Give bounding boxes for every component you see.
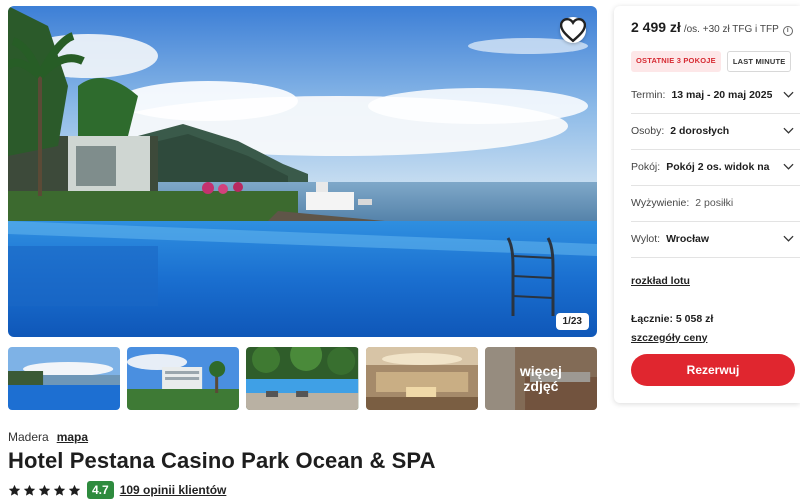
- thumbnail-hotel-building-image: [127, 347, 240, 410]
- last-minute-badge: LAST MINUTE: [726, 50, 792, 72]
- badges-row: OSTATNIE 3 POKOJE LAST MINUTE: [631, 50, 800, 72]
- flight-schedule-link[interactable]: rozkład lotu: [631, 275, 800, 287]
- star-icon: [8, 484, 21, 496]
- thumbnail-1[interactable]: [8, 347, 121, 410]
- price-details-link[interactable]: szczegóły ceny: [631, 332, 707, 344]
- price-suffix: /os. +30 zł TFG i TFP: [683, 24, 779, 35]
- chevron-down-icon: [783, 163, 794, 170]
- booking-fields: Termin: 13 maj - 20 maj 2025 Osoby: 2 do…: [631, 78, 800, 258]
- reviews-link[interactable]: 109 opinii klientów: [120, 483, 227, 497]
- thumbnail-4[interactable]: [365, 347, 478, 410]
- map-link[interactable]: mapa: [57, 430, 88, 444]
- term-field[interactable]: Termin: 13 maj - 20 maj 2025: [631, 78, 800, 114]
- info-icon[interactable]: i: [782, 25, 793, 36]
- location-row: Madera mapa: [8, 430, 88, 444]
- price-per-person: 2 499 zł: [631, 19, 681, 35]
- thumbnail-lobby-image: [365, 347, 478, 410]
- region-label: Madera: [8, 430, 49, 444]
- chevron-down-icon: [783, 235, 794, 242]
- term-value: 13 maj - 20 maj 2025: [671, 89, 772, 101]
- reserve-button[interactable]: Rezerwuj: [631, 354, 795, 386]
- hotel-name: Hotel Pestana Casino Park Ocean & SPA: [8, 448, 436, 473]
- departure-label: Wylot:: [631, 233, 661, 245]
- persons-value: 2 dorosłych: [670, 125, 730, 137]
- photo-counter: 1/23: [555, 313, 589, 330]
- persons-label: Osoby:: [631, 125, 665, 137]
- favorite-button[interactable]: [560, 17, 586, 43]
- board-label: Wyżywienie:: [631, 197, 690, 209]
- departure-field[interactable]: Wylot: Wrocław: [631, 222, 800, 258]
- star-icon: [23, 484, 36, 496]
- room-label: Pokój:: [631, 161, 661, 173]
- last-rooms-badge: OSTATNIE 3 POKOJE: [631, 50, 721, 72]
- total-price: Łącznie: 5 058 zł: [631, 312, 714, 325]
- price-line: 2 499 zł /os. +30 zł TFG i TFP i: [631, 19, 800, 36]
- thumbnail-pool-image: [8, 347, 121, 410]
- chevron-down-icon: [783, 127, 794, 134]
- heart-icon: [560, 17, 586, 43]
- more-photos-label: więcej zdjęć: [519, 362, 562, 394]
- thumbnail-garden-pool-image: [246, 347, 359, 410]
- star-icon: [53, 484, 66, 496]
- main-photo[interactable]: 1/23: [8, 6, 597, 337]
- star-icon: [38, 484, 51, 496]
- star-rating: [8, 484, 81, 497]
- star-icon: [68, 484, 81, 496]
- room-value: Pokój 2 os. widok na o...: [666, 161, 772, 173]
- thumbnail-2[interactable]: [127, 347, 240, 410]
- board-field: Wyżywienie: 2 posiłki: [631, 186, 800, 222]
- term-label: Termin:: [631, 89, 666, 101]
- rating-row: 4.7 109 opinii klientów: [8, 481, 226, 499]
- persons-field[interactable]: Osoby: 2 dorosłych: [631, 114, 800, 150]
- thumbnail-strip: więcej zdjęć: [8, 347, 598, 410]
- room-field[interactable]: Pokój: Pokój 2 os. widok na o...: [631, 150, 800, 186]
- departure-value: Wrocław: [666, 233, 710, 245]
- thumbnail-3[interactable]: [246, 347, 359, 410]
- board-value: 2 posiłki: [695, 197, 734, 209]
- chevron-down-icon: [783, 91, 794, 98]
- hotel-pool-photo: [8, 6, 597, 337]
- thumbnail-more[interactable]: więcej zdjęć: [484, 347, 598, 410]
- booking-panel: 2 499 zł /os. +30 zł TFG i TFP i OSTATNI…: [614, 6, 800, 403]
- score-badge: 4.7: [87, 481, 114, 499]
